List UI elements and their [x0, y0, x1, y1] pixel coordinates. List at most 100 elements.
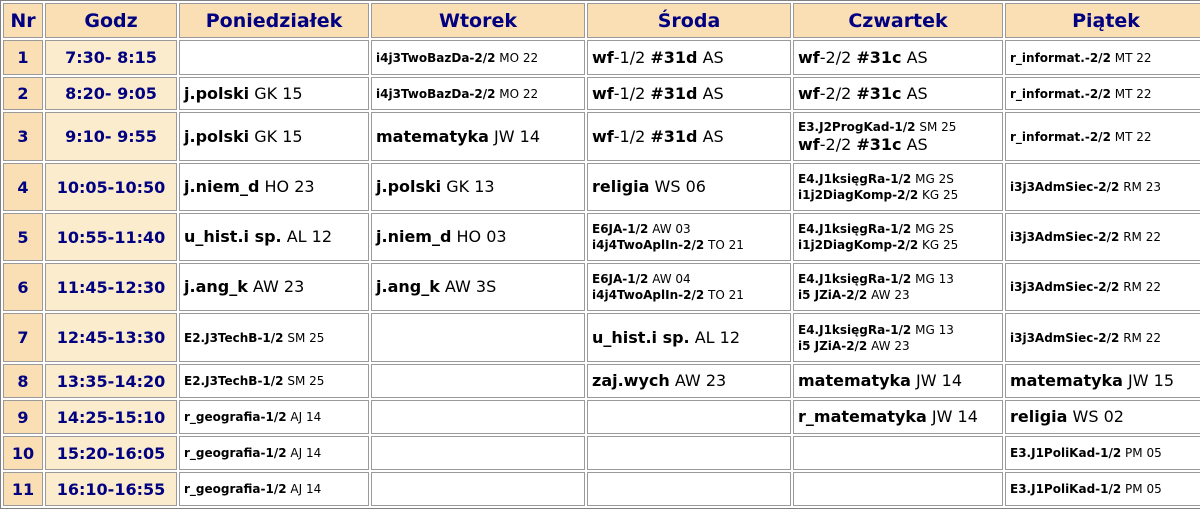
teacher-room: HO 03 — [451, 227, 507, 246]
teacher-room: KG 25 — [918, 238, 959, 252]
subject-name: E4.J1księgRa-1/2 — [798, 272, 912, 286]
lesson-cell-monday: u_hist.i sp. AL 12 — [179, 213, 369, 261]
lesson-number: 5 — [3, 213, 43, 261]
teacher-room: AS — [697, 83, 724, 103]
lesson-cell-friday: r_informat.-2/2 MT 22 — [1005, 40, 1200, 75]
lesson-cell-monday: E2.J3TechB-1/2 SM 25 — [179, 364, 369, 398]
lesson-entry: i1j2DiagKomp-2/2 KG 25 — [798, 187, 998, 203]
lesson-number: 6 — [3, 263, 43, 311]
subject-name: i4j3TwoBazDa-2/2 — [376, 86, 496, 101]
lesson-entry: r_informat.-2/2 MT 22 — [1010, 129, 1200, 145]
lesson-cell-tuesday: i4j3TwoBazDa-2/2 MO 22 — [371, 40, 585, 75]
lesson-cell-wednesday — [587, 436, 791, 470]
lesson-entry: j.polski GK 13 — [376, 177, 580, 197]
teacher-room: RM 22 — [1119, 330, 1161, 345]
teacher-room: AJ 14 — [286, 482, 322, 496]
lesson-cell-friday: i3j3AdmSiec-2/2 RM 22 — [1005, 213, 1200, 261]
lesson-entry: wf-1/2 #31d AS — [592, 127, 786, 147]
subject-name: r_geografia-1/2 — [184, 482, 287, 496]
teacher-room: SM 25 — [283, 330, 325, 345]
teacher-room: AS — [901, 83, 928, 103]
lesson-cell-wednesday: u_hist.i sp. AL 12 — [587, 313, 791, 362]
subject-name: i3j3AdmSiec-2/2 — [1010, 330, 1120, 345]
header-wednesday: Środa — [587, 3, 791, 38]
teacher-room: JW 15 — [1122, 371, 1175, 390]
lesson-cell-wednesday: wf-1/2 #31d AS — [587, 112, 791, 161]
teacher-room: -2/2 — [819, 83, 857, 103]
subject-name: i3j3AdmSiec-2/2 — [1010, 180, 1120, 194]
teacher-room: TO 21 — [704, 288, 744, 302]
lesson-entry: i4j4TwoAplIn-2/2 TO 21 — [592, 237, 786, 253]
lesson-number: 9 — [3, 400, 43, 434]
lesson-entry: matematyka JW 14 — [376, 127, 580, 147]
subject-name: E4.J1księgRa-1/2 — [798, 322, 912, 337]
lesson-entry: E6JA-1/2 AW 04 — [592, 271, 786, 287]
subject-name: i3j3AdmSiec-2/2 — [1010, 280, 1120, 294]
subject-name: j.niem_d — [376, 227, 452, 246]
lesson-number: 1 — [3, 40, 43, 75]
lesson-cell-tuesday: j.polski GK 13 — [371, 163, 585, 211]
lesson-cell-thursday: E4.J1księgRa-1/2 MG 13 i5 JZiA-2/2 AW 23 — [793, 313, 1003, 362]
lesson-entry: i3j3AdmSiec-2/2 RM 22 — [1010, 229, 1200, 245]
header-friday: Piątek — [1005, 3, 1200, 38]
subject-name: j.polski — [376, 177, 442, 196]
lesson-entry: r_informat.-2/2 MT 22 — [1010, 50, 1200, 66]
header-tuesday: Wtorek — [371, 3, 585, 38]
subject-name: r_informat.-2/2 — [1010, 50, 1111, 65]
subject-name: matematyka — [376, 126, 489, 146]
lesson-entry: E4.J1księgRa-1/2 MG 2S — [798, 221, 998, 237]
subject-name: E3.J2ProgKad-1/2 — [798, 119, 916, 134]
teacher-room: -1/2 — [613, 126, 651, 146]
teacher-room: AW 04 — [648, 272, 691, 286]
subject-name: r_informat.-2/2 — [1010, 86, 1111, 101]
lesson-cell-thursday — [793, 472, 1003, 506]
subject-name: j.polski — [184, 126, 250, 146]
lesson-entry: i4j4TwoAplIn-2/2 TO 21 — [592, 287, 786, 303]
subject-name: #31c — [856, 83, 902, 103]
lesson-number: 7 — [3, 313, 43, 362]
lesson-cell-friday: r_informat.-2/2 MT 22 — [1005, 77, 1200, 110]
teacher-room: GK 15 — [249, 126, 303, 146]
teacher-room: MG 13 — [911, 322, 954, 337]
lesson-cell-thursday: wf-2/2 #31c AS — [793, 77, 1003, 110]
lesson-cell-friday: i3j3AdmSiec-2/2 RM 23 — [1005, 163, 1200, 211]
lesson-cell-wednesday: wf-1/2 #31d AS — [587, 77, 791, 110]
table-row: 10 15:20-16:05 r_geografia-1/2 AJ 14 E3.J1P… — [3, 436, 1200, 470]
subject-name: r_informat.-2/2 — [1010, 129, 1111, 144]
subject-name: #31c — [856, 47, 902, 67]
subject-name: #31c — [856, 134, 902, 154]
teacher-room: AW 23 — [669, 371, 727, 390]
lesson-cell-thursday: matematyka JW 14 — [793, 364, 1003, 398]
teacher-room: GK 15 — [249, 83, 303, 103]
subject-name: E4.J1księgRa-1/2 — [798, 222, 912, 236]
lesson-cell-friday: religia WS 02 — [1005, 400, 1200, 434]
subject-name: #31d — [650, 83, 698, 103]
lesson-cell-tuesday — [371, 400, 585, 434]
lesson-cell-tuesday — [371, 436, 585, 470]
lesson-entry: r_informat.-2/2 MT 22 — [1010, 86, 1200, 102]
lesson-cell-thursday: E4.J1księgRa-1/2 MG 13 i5 JZiA-2/2 AW 23 — [793, 263, 1003, 311]
subject-name: i4j4TwoAplIn-2/2 — [592, 238, 705, 252]
lesson-cell-monday: j.ang_k AW 23 — [179, 263, 369, 311]
teacher-room: AW 3S — [439, 277, 497, 296]
teacher-room: MG 2S — [911, 172, 954, 186]
teacher-room: MO 22 — [495, 50, 539, 65]
teacher-room: PM 05 — [1121, 482, 1162, 496]
teacher-room: AW 23 — [867, 338, 910, 353]
teacher-room: RM 22 — [1119, 230, 1161, 244]
lesson-time: 10:05-10:50 — [45, 163, 177, 211]
subject-name: E2.J3TechB-1/2 — [184, 330, 284, 345]
teacher-room: AS — [901, 134, 928, 154]
lesson-entry: j.niem_d HO 23 — [184, 177, 364, 197]
subject-name: j.niem_d — [184, 177, 260, 196]
lesson-entry: E3.J2ProgKad-1/2 SM 25 — [798, 119, 998, 135]
lesson-cell-thursday: E4.J1księgRa-1/2 MG 2S i1j2DiagKomp-2/2 K… — [793, 213, 1003, 261]
subject-name: religia — [1010, 407, 1068, 426]
teacher-room: AL 12 — [281, 227, 333, 246]
teacher-room: TO 21 — [704, 238, 744, 252]
teacher-room: MT 22 — [1110, 129, 1152, 144]
lesson-entry: E4.J1księgRa-1/2 MG 13 — [798, 322, 998, 338]
lesson-time: 12:45-13:30 — [45, 313, 177, 362]
teacher-room: AJ 14 — [286, 410, 322, 424]
subject-name: r_geografia-1/2 — [184, 410, 287, 424]
